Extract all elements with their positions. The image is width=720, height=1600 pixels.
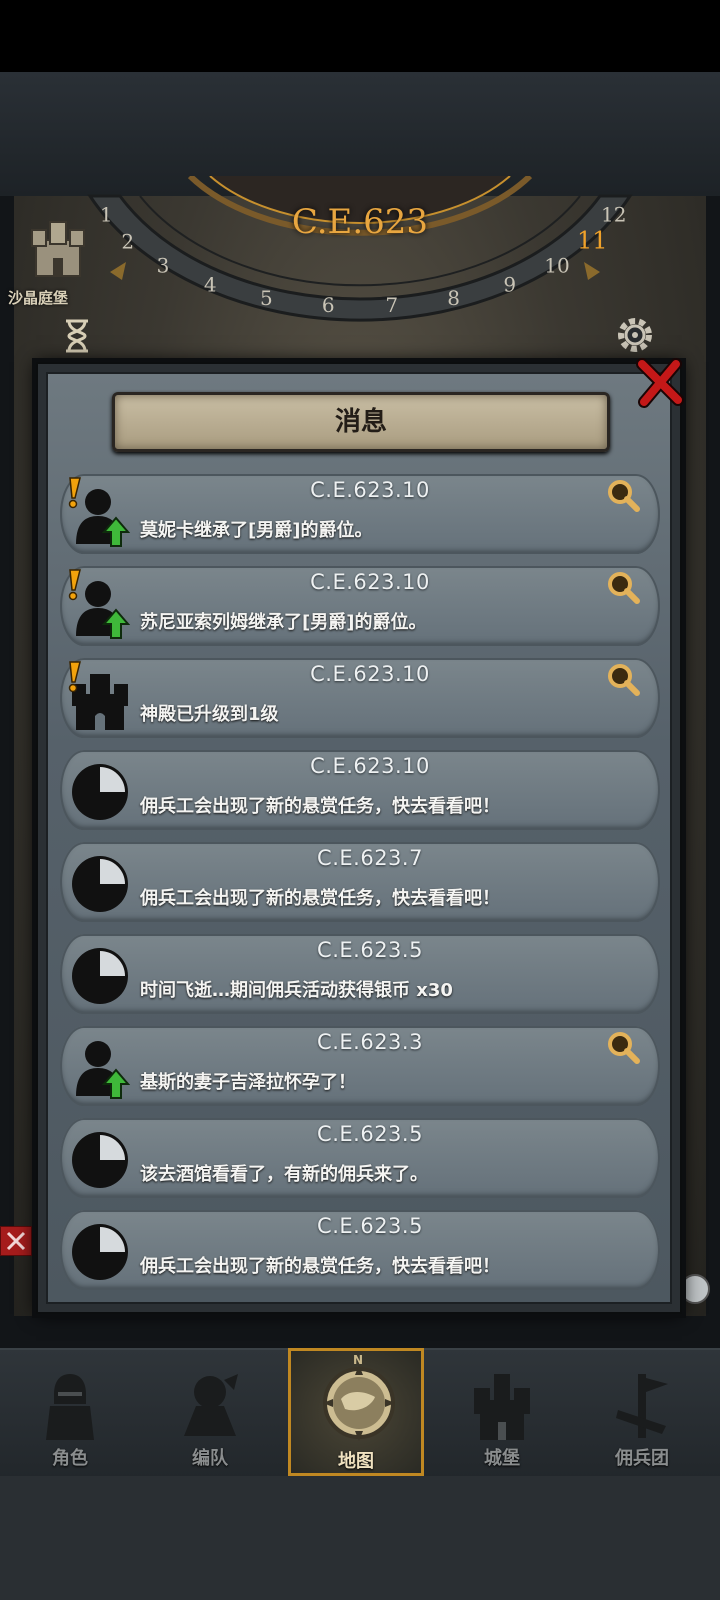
message-item[interactable]: C.E.623.10 莫妮卡继承了[男爵]的爵位。 [60,474,660,554]
person-up-icon [76,1041,131,1099]
tab-label: 佣兵团 [615,1448,669,1469]
dial-number: 12 [601,203,626,227]
magnifier-icon[interactable] [606,570,640,604]
tab-label: 编队 [192,1448,228,1469]
tab-label: 地图 [338,1451,374,1472]
magnifier-icon[interactable] [606,662,640,696]
settings-gear-icon[interactable] [612,312,658,358]
dial-number: 9 [503,273,516,297]
clock-icon [72,764,128,820]
message-text: 佣兵工会出现了新的悬赏任务，快去看看吧！ [140,796,500,817]
dialog-title: 消息 [334,407,387,437]
message-date: C.E.623.10 [310,754,430,778]
clock-icon [72,948,128,1004]
message-item[interactable]: C.E.623.10 苏尼亚索列姆继承了[男爵]的爵位。 [60,566,660,646]
tab-mercenary[interactable]: 佣兵团 [572,1348,712,1476]
footer-band [0,1476,720,1600]
dial-number: 6 [322,293,335,317]
message-item[interactable]: C.E.623.10 佣兵工会出现了新的悬赏任务，快去看看吧！ [60,750,660,830]
year-display: C.E.623 [291,202,429,242]
tab-label: 角色 [52,1448,88,1469]
tab-formation[interactable]: 编队 [140,1348,280,1476]
magnifier-icon[interactable] [606,1030,640,1064]
battle-alert-icon[interactable] [0,1226,32,1256]
message-text: 时间飞逝…期间佣兵活动获得银币 x30 [140,980,453,1001]
castle-location-icon[interactable] [28,218,88,280]
message-text: 基斯的妻子吉泽拉怀孕了！ [140,1072,356,1093]
tab-castle[interactable]: 城堡 [432,1348,572,1476]
clock-icon [72,1224,128,1280]
dial-number: 2 [121,230,134,254]
location-label: 沙晶庭堡 [8,289,69,307]
message-date: C.E.623.10 [310,662,430,686]
message-text: 佣兵工会出现了新的悬赏任务，快去看看吧！ [140,888,500,909]
message-list[interactable]: C.E.623.10 莫妮卡继承了[男爵]的爵位。 C.E.623.10 苏尼亚索列姆… [60,474,660,1304]
alert-exclamation-icon [68,477,81,509]
message-item[interactable]: C.E.623.10 神殿已升级到1级 [60,658,660,738]
message-text: 神殿已升级到1级 [140,704,279,725]
clock-icon [72,856,128,912]
message-date: C.E.623.3 [317,1030,423,1054]
alert-exclamation-icon [68,661,81,693]
close-button[interactable] [632,356,686,410]
message-date: C.E.623.10 [310,570,430,594]
tab-label: 城堡 [484,1448,520,1469]
message-date: C.E.623.5 [317,1214,423,1238]
message-text: 佣兵工会出现了新的悬赏任务，快去看看吧！ [140,1256,500,1277]
magnifier-icon[interactable] [606,478,640,512]
message-date: C.E.623.10 [310,478,430,502]
alert-exclamation-icon [68,569,81,601]
side-round-button[interactable] [680,1274,710,1304]
message-item[interactable]: C.E.623.5 时间飞逝…期间佣兵活动获得银币 x30 [60,934,660,1014]
dial-number: 4 [204,273,217,297]
message-date: C.E.623.5 [317,1122,423,1146]
clock-icon [72,1132,128,1188]
message-text: 苏尼亚索列姆继承了[男爵]的爵位。 [140,612,427,633]
mercenary-icon [616,1374,668,1438]
castle-icon [474,1374,530,1440]
message-item[interactable]: C.E.623.7 佣兵工会出现了新的悬赏任务，快去看看吧！ [60,842,660,922]
knight-icon [46,1374,94,1440]
message-date: C.E.623.5 [317,938,423,962]
map-icon [323,1365,395,1441]
message-text: 莫妮卡继承了[男爵]的爵位。 [140,520,373,541]
message-item[interactable]: C.E.623.5 佣兵工会出现了新的悬赏任务，快去看看吧！ [60,1210,660,1290]
dial-number: 10 [544,253,569,277]
status-bar [0,0,720,72]
message-date: C.E.623.7 [317,846,423,870]
message-item[interactable]: C.E.623.5 该去酒馆看看了，有新的佣兵来了。 [60,1118,660,1198]
message-item[interactable]: C.E.623.3 基斯的妻子吉泽拉怀孕了！ [60,1026,660,1106]
dial-number: 8 [447,286,460,310]
dial-number: 5 [260,286,273,310]
message-text: 该去酒馆看看了，有新的佣兵来了。 [140,1164,428,1185]
tab-map[interactable]: N 地图 [288,1348,424,1476]
dial-number: 7 [385,293,398,317]
formation-icon [184,1374,238,1436]
dial-number: 11 [577,227,608,255]
dial-number: 3 [157,253,170,277]
tab-character[interactable]: 角色 [0,1348,140,1476]
dial-number: 1 [100,203,113,227]
